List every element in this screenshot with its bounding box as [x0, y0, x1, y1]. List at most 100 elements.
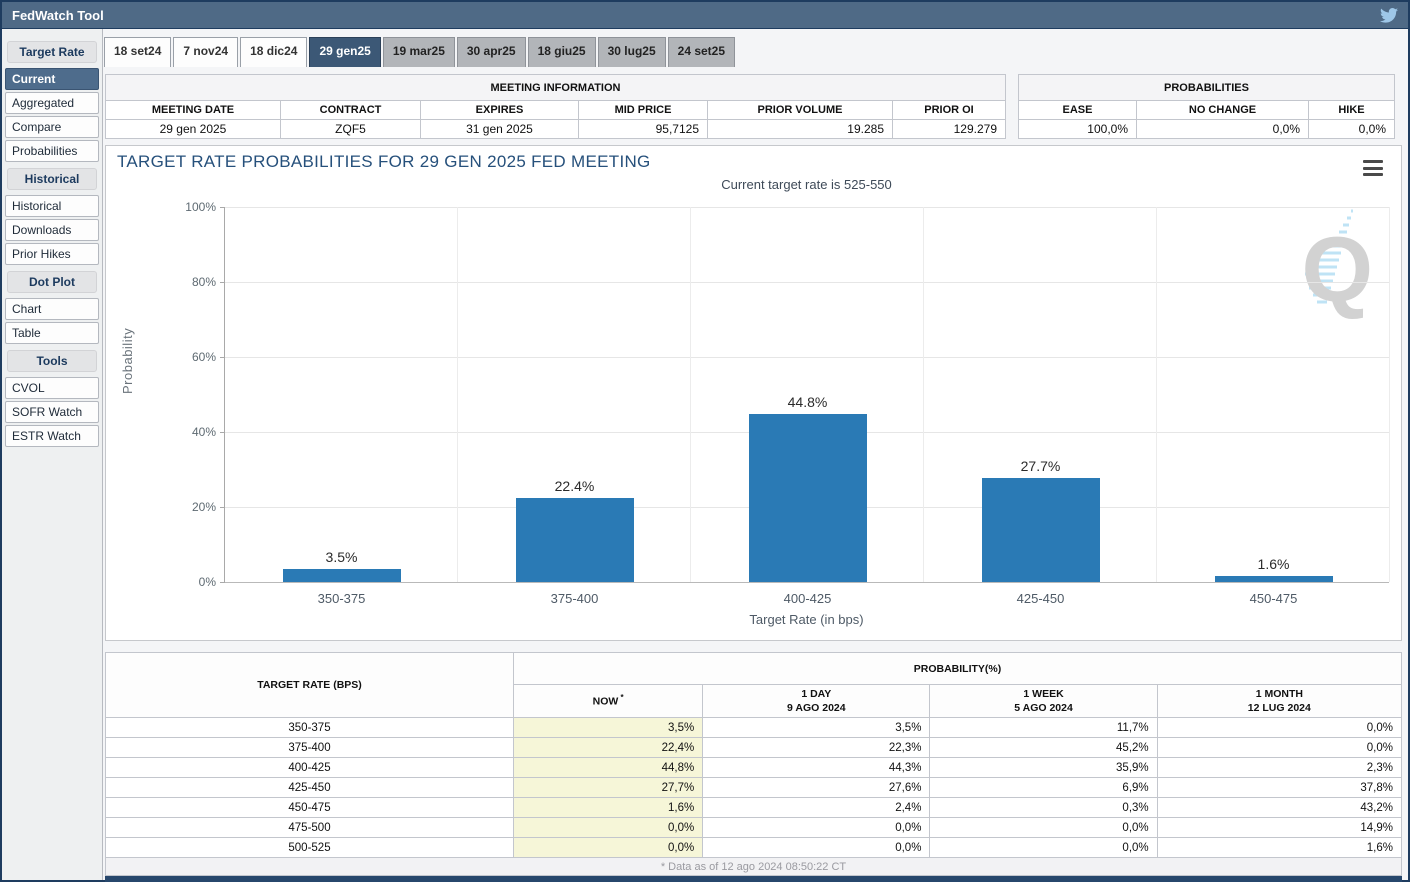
info-column-header: MID PRICE [578, 100, 708, 120]
month-probability-cell: 2,3% [1156, 757, 1403, 778]
info-column-header: EASE [1018, 100, 1137, 120]
meeting-tab-18-set24[interactable]: 18 set24 [104, 37, 172, 67]
bar-value-label: 27.7% [1020, 458, 1061, 475]
meeting-tab-30-lug25[interactable]: 30 lug25 [597, 37, 666, 67]
sidebar-item-chart[interactable]: Chart [5, 298, 99, 320]
twitter-icon[interactable] [1380, 7, 1398, 23]
rate-range-cell: 425-450 [105, 777, 514, 798]
sidebar-item-prior-hikes[interactable]: Prior Hikes [5, 243, 99, 265]
week-probability-cell: 0,0% [929, 817, 1158, 838]
y-gridline [225, 207, 1389, 208]
meeting-tab-29-gen25[interactable]: 29 gen25 [309, 37, 381, 67]
y-tick-mark [220, 282, 225, 283]
sidebar-section-header: Historical [7, 168, 97, 190]
x-category-label: 450-475 [1249, 591, 1298, 606]
probability-bar[interactable] [1214, 576, 1333, 582]
y-gridline [225, 357, 1389, 358]
info-column-header: PRIOR OI [892, 100, 1006, 120]
week-probability-cell: 6,9% [929, 777, 1158, 798]
now-probability-cell: 44,8% [512, 757, 704, 778]
day-probability-cell: 0,0% [702, 837, 931, 858]
bar-value-label: 3.5% [325, 548, 358, 565]
y-gridline [225, 282, 1389, 283]
probability-bar[interactable] [748, 414, 867, 582]
fedwatch-app: FedWatch Tool Target Rate Current Aggregat… [0, 0, 1410, 882]
meeting-tab-18-giu25[interactable]: 18 giu25 [527, 37, 596, 67]
meeting-tab-18-dic24[interactable]: 18 dic24 [240, 37, 308, 67]
y-tick-mark [220, 432, 225, 433]
now-probability-cell: 0,0% [512, 837, 704, 858]
target-rate-column-header: TARGET RATE (BPS) [105, 652, 514, 718]
table-row: 400-425 44,8% 44,3% 35,9% 2,3% [105, 757, 1403, 778]
sidebar-item-aggregated[interactable]: Aggregated [5, 92, 99, 114]
info-column-header: MEETING DATE [105, 100, 281, 120]
info-value: 95,7125 [578, 119, 708, 139]
probability-bar[interactable] [981, 478, 1100, 582]
sidebar-item-table[interactable]: Table [5, 322, 99, 344]
sidebar-item-historical[interactable]: Historical [5, 195, 99, 217]
info-column-header: HIKE [1308, 100, 1395, 120]
meeting-tab-19-mar25[interactable]: 19 mar25 [382, 37, 455, 67]
info-column-header: PRIOR VOLUME [707, 100, 893, 120]
day-probability-cell: 3,5% [702, 717, 931, 738]
meeting-tabs: 18 set24 7 nov24 18 dic24 29 gen25 19 mar25 3… [103, 29, 1404, 67]
chart-subtitle: Current target rate is 525-550 [721, 177, 892, 192]
info-value: 31 gen 2025 [420, 119, 579, 139]
y-tick-mark [220, 207, 225, 208]
y-tick-label: 40% [191, 425, 216, 439]
probability-bar[interactable] [282, 568, 401, 582]
sidebar-section-header: Target Rate [7, 41, 97, 63]
meeting-tab-24-set25[interactable]: 24 set25 [667, 37, 736, 67]
table-row: 350-375 3,5% 3,5% 11,7% 0,0% [105, 717, 1403, 738]
table-row: 475-500 0,0% 0,0% 0,0% 14,9% [105, 817, 1403, 838]
chart-context-menu-icon[interactable] [1363, 160, 1383, 176]
x-gridline [690, 207, 691, 582]
meeting-info-title: MEETING INFORMATION [105, 74, 1006, 101]
x-gridline [457, 207, 458, 582]
bar-value-label: 1.6% [1257, 556, 1290, 572]
now-probability-cell: 27,7% [512, 777, 704, 798]
x-gridline [1156, 207, 1157, 582]
now-probability-cell: 1,6% [512, 797, 704, 818]
probability-bar[interactable] [515, 498, 634, 582]
info-value: 0,0% [1136, 119, 1309, 139]
probability-chart: TARGET RATE PROBABILITIES FOR 29 GEN 202… [105, 145, 1402, 641]
week-probability-cell: 45,2% [929, 737, 1158, 758]
sidebar-item-current[interactable]: Current [5, 68, 99, 90]
table-row: 425-450 27,7% 27,6% 6,9% 37,8% [105, 777, 1403, 798]
info-tables-row: MEETING INFORMATION MEETING DATE CONTRACT… [105, 74, 1402, 139]
x-gridline [923, 207, 924, 582]
meeting-tab-7-nov24[interactable]: 7 nov24 [173, 37, 239, 67]
meeting-tab-30-apr25[interactable]: 30 apr25 [456, 37, 526, 67]
x-category-label: 350-375 [317, 591, 366, 606]
sidebar-section-header: Tools [7, 350, 97, 372]
probabilities-summary-title: PROBABILITIES [1018, 74, 1395, 101]
probability-sub-header: 1 MONTH 12 LUG 2024 [1156, 684, 1403, 718]
week-probability-cell: 35,9% [929, 757, 1158, 778]
y-tick-label: 80% [191, 275, 216, 289]
rate-range-cell: 375-400 [105, 737, 514, 758]
table-row: 450-475 1,6% 2,4% 0,3% 43,2% [105, 797, 1403, 818]
y-gridline [225, 582, 1389, 583]
sidebar-item-cvol[interactable]: CVOL [5, 377, 99, 399]
info-value: 29 gen 2025 [105, 119, 281, 139]
sidebar: Target Rate Current Aggregated Compare Proba… [2, 29, 103, 880]
data-as-of-note: * Data as of 12 ago 2024 08:50:22 CT [105, 857, 1402, 876]
day-probability-cell: 0,0% [702, 817, 931, 838]
week-probability-cell: 11,7% [929, 717, 1158, 738]
y-tick-mark [220, 507, 225, 508]
rate-range-cell: 500-525 [105, 837, 514, 858]
title-bar: FedWatch Tool [2, 2, 1408, 29]
sidebar-item-sofr-watch[interactable]: SOFR Watch [5, 401, 99, 423]
sidebar-item-estr-watch[interactable]: ESTR Watch [5, 425, 99, 447]
y-tick-label: 60% [191, 350, 216, 364]
probabilities-summary-table: PROBABILITIES EASE NO CHANGE HIKE 100,0% 0,… [1018, 74, 1395, 139]
y-tick-mark [220, 357, 225, 358]
rate-range-cell: 475-500 [105, 817, 514, 838]
sidebar-item-probabilities[interactable]: Probabilities [5, 140, 99, 162]
day-probability-cell: 44,3% [702, 757, 931, 778]
probability-sub-header: 1 WEEK 5 AGO 2024 [929, 684, 1158, 718]
sidebar-item-compare[interactable]: Compare [5, 116, 99, 138]
table-row: 375-400 22,4% 22,3% 45,2% 0,0% [105, 737, 1403, 758]
sidebar-item-downloads[interactable]: Downloads [5, 219, 99, 241]
